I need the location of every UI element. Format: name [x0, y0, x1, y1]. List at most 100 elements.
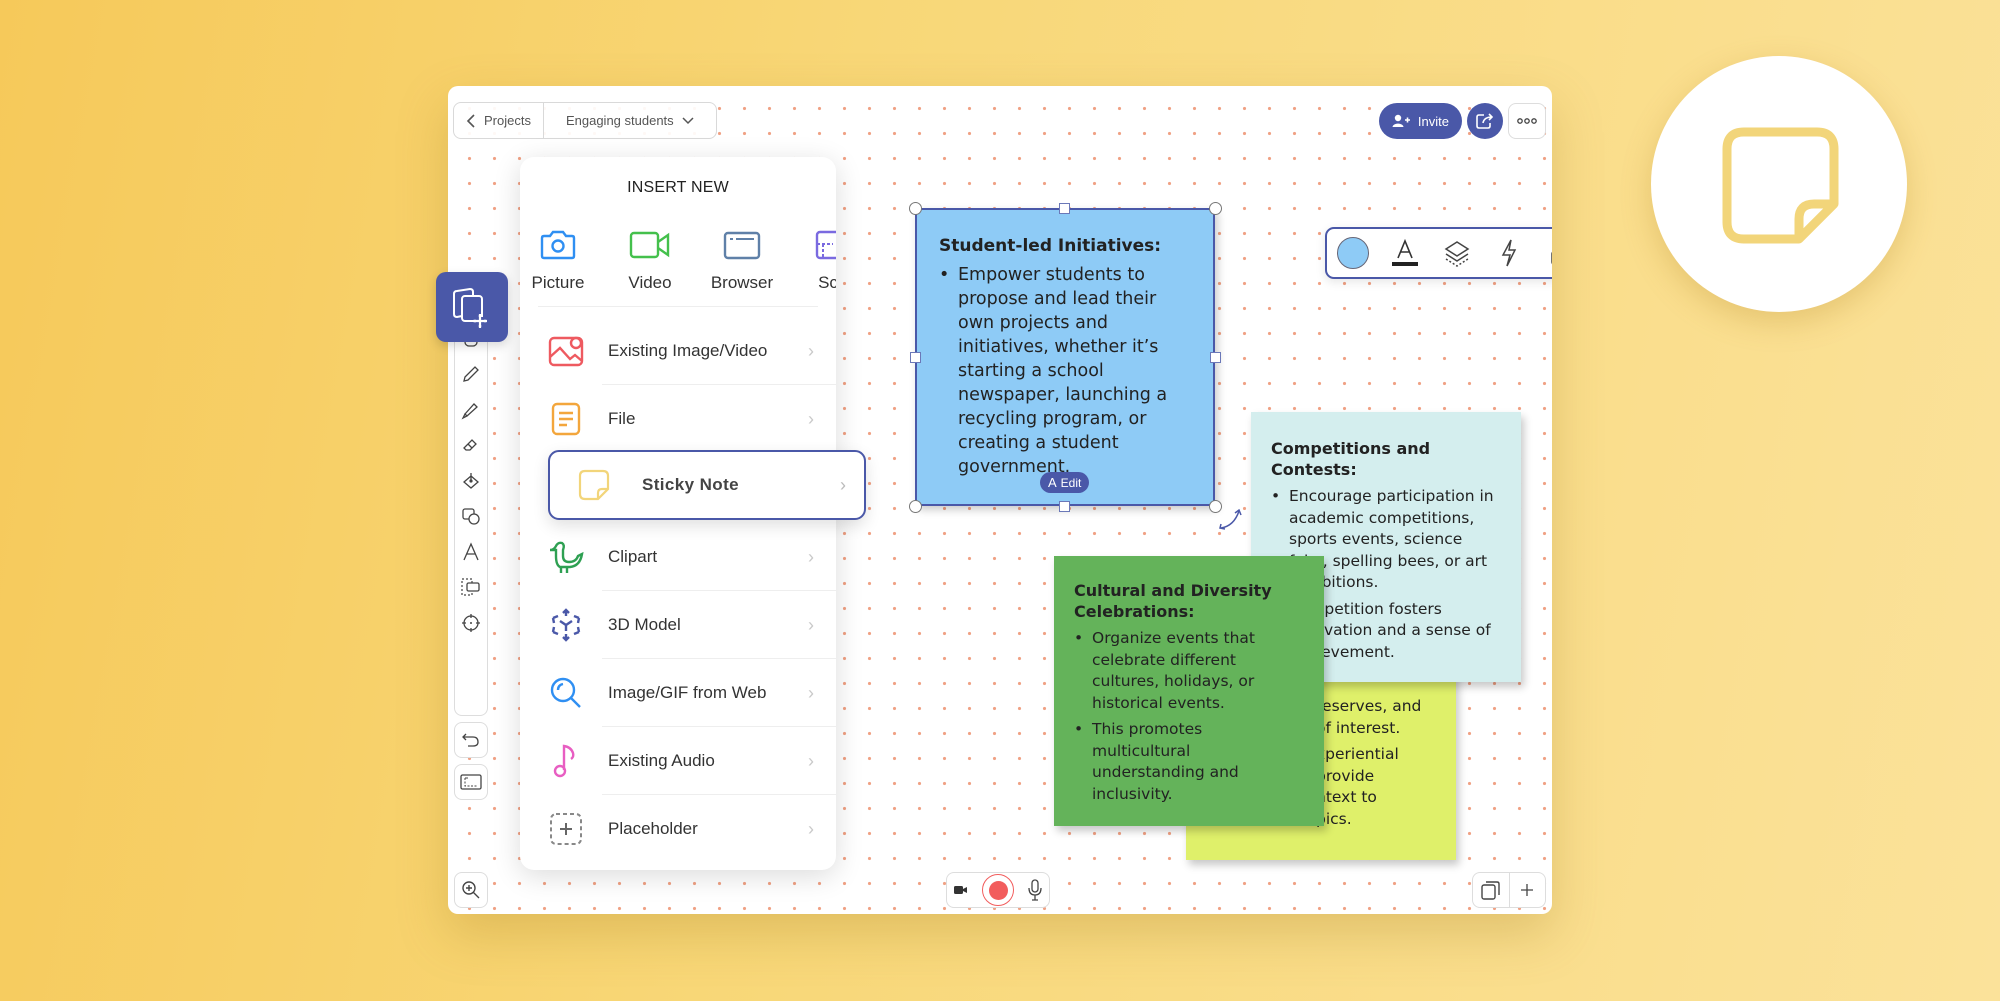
note-bullets: Empower students to propose and lead the… — [939, 263, 1191, 479]
rotate-handle[interactable] — [1218, 506, 1244, 537]
sticky-note-icon-wrap — [578, 469, 610, 501]
divider — [538, 306, 818, 307]
note-bullets: Organize events that celebrate different… — [1074, 628, 1304, 805]
record-dot-icon — [988, 880, 1008, 900]
placeholder-icon — [550, 813, 582, 845]
insert-placeholder[interactable]: Placeholder › — [520, 795, 836, 863]
lock-button[interactable] — [1535, 229, 1552, 277]
chevron-right-icon: › — [808, 340, 814, 361]
quick-label: Browser — [710, 273, 774, 292]
music-note-icon — [553, 744, 575, 778]
image-icon — [548, 336, 584, 367]
sticky-note-blue-selected[interactable]: Student-led Initiatives: Empower student… — [915, 208, 1215, 506]
resize-handle-left[interactable] — [910, 352, 921, 363]
fill-color-button[interactable] — [1327, 229, 1379, 277]
pen-tool[interactable] — [457, 357, 485, 393]
lasso-tool[interactable] — [457, 570, 485, 606]
resize-handle-top-right[interactable] — [1209, 202, 1222, 215]
note-line: pics. — [1316, 809, 1352, 828]
page-controls — [1472, 872, 1546, 908]
edit-label: Edit — [1060, 475, 1082, 490]
sticky-note-icon — [1722, 127, 1839, 244]
chevron-right-icon: › — [808, 546, 814, 567]
resize-handle-right[interactable] — [1210, 352, 1221, 363]
more-options-button[interactable] — [1508, 103, 1546, 139]
insert-video[interactable]: Video — [610, 230, 690, 293]
note-line: provide — [1316, 766, 1375, 785]
text-tool[interactable] — [457, 534, 485, 570]
file-icon — [551, 402, 581, 436]
note-text-a: reserves, and of interest. — [1316, 696, 1436, 739]
item-label: Existing Image/Video — [608, 341, 768, 360]
chevron-right-icon: › — [808, 682, 814, 703]
eraser-tool[interactable] — [457, 428, 485, 464]
left-toolbar — [454, 314, 488, 716]
chevron-right-icon: › — [808, 750, 814, 771]
sticky-note-icon — [578, 469, 610, 501]
insert-3d-model[interactable]: 3D Model › — [520, 591, 836, 659]
layers-button[interactable] — [1431, 229, 1483, 277]
video-icon — [629, 231, 670, 259]
resize-handle-top[interactable] — [1059, 203, 1070, 214]
insert-icon — [453, 287, 487, 328]
resize-handle-bottom[interactable] — [1059, 501, 1070, 512]
edit-text-button[interactable]: A Edit — [1040, 472, 1090, 493]
undo-button[interactable] — [454, 722, 488, 758]
add-page-button[interactable] — [1510, 873, 1546, 907]
chevron-right-icon: › — [808, 614, 814, 635]
microphone-icon[interactable] — [1028, 879, 1042, 901]
bird-icon — [549, 541, 584, 573]
fill-tool[interactable] — [457, 463, 485, 499]
pencil-icon — [463, 366, 479, 383]
web-search-icon — [550, 677, 581, 708]
text-color-icon — [1392, 238, 1418, 266]
zoom-button[interactable] — [454, 872, 488, 908]
insert-existing-image-video[interactable]: Existing Image/Video › — [520, 317, 836, 385]
text-icon — [463, 542, 479, 561]
fill-color-swatch — [1337, 237, 1369, 269]
insert-existing-audio[interactable]: Existing Audio › — [520, 727, 836, 795]
board-selector[interactable]: Engaging students — [544, 103, 716, 138]
camera-toggle-icon[interactable] — [954, 884, 968, 896]
sticky-note-green[interactable]: Cultural and Diversity Celebrations: Org… — [1054, 556, 1324, 826]
share-button[interactable] — [1467, 103, 1503, 139]
cube-icon — [551, 608, 581, 642]
back-to-projects-button[interactable]: Projects — [454, 103, 544, 138]
insert-clipart[interactable]: Clipart › — [520, 523, 836, 591]
record-button[interactable] — [982, 874, 1014, 906]
item-label: Placeholder — [608, 819, 698, 838]
laser-pointer-tool[interactable] — [457, 605, 485, 641]
note-text-b: xperiential provide ntext to pics. — [1316, 744, 1436, 830]
chevron-right-icon: › — [840, 474, 846, 495]
actions-button[interactable] — [1483, 229, 1535, 277]
eraser-icon — [463, 439, 477, 451]
element-toolbar — [1325, 227, 1552, 279]
insert-image-gif-from-web[interactable]: Image/GIF from Web › — [520, 659, 836, 727]
invite-button[interactable]: Invite — [1378, 103, 1462, 139]
topbar-actions: Invite — [1378, 103, 1546, 139]
pages-button[interactable] — [1473, 873, 1510, 907]
insert-file[interactable]: File › — [520, 385, 836, 453]
insert-new-button[interactable] — [436, 272, 508, 342]
insert-sticky-note[interactable]: Sticky Note › — [548, 450, 866, 520]
note-title: Cultural and Diversity Celebrations: — [1074, 581, 1272, 621]
frame-button[interactable] — [454, 764, 488, 800]
sticky-note-hero-badge — [1651, 56, 1907, 312]
pages-icon — [1481, 881, 1500, 900]
note-bullet: Organize events that celebrate different… — [1074, 628, 1304, 714]
quick-insert-row: Picture Video Browser Sc — [520, 230, 836, 305]
invite-label: Invite — [1417, 113, 1449, 129]
chevron-down-icon — [682, 116, 694, 124]
zoom-in-icon — [462, 881, 480, 899]
insert-picture[interactable]: Picture — [520, 230, 598, 293]
undo-icon — [462, 733, 479, 747]
share-icon — [1476, 113, 1494, 129]
text-color-button[interactable] — [1379, 229, 1431, 277]
lightning-icon — [1501, 239, 1517, 267]
insert-screen[interactable]: Sc — [788, 230, 836, 293]
resize-handle-bottom-left[interactable] — [909, 500, 922, 513]
highlighter-tool[interactable] — [457, 392, 485, 428]
insert-browser[interactable]: Browser — [702, 230, 782, 293]
resize-handle-top-left[interactable] — [909, 202, 922, 215]
shapes-tool[interactable] — [457, 499, 485, 535]
